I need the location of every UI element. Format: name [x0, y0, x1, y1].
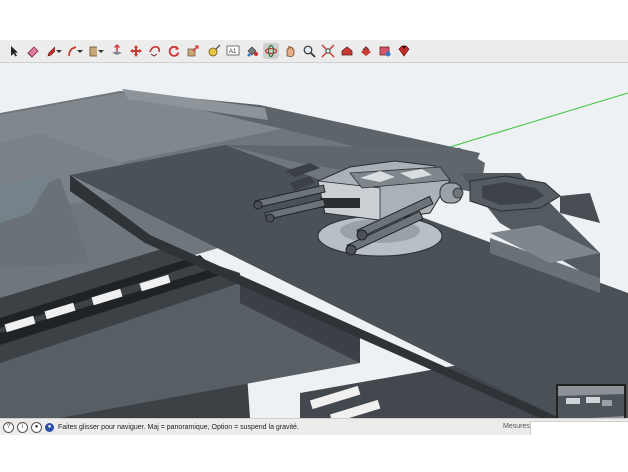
- window-top-area: [0, 0, 628, 40]
- ruby-icon: [398, 45, 410, 57]
- measurements-input[interactable]: [530, 421, 628, 436]
- tape-measure-tool[interactable]: [206, 43, 222, 59]
- text-tool-glyph: A1: [229, 49, 237, 55]
- rotate-icon: [168, 45, 180, 57]
- pan-tool[interactable]: [282, 43, 298, 59]
- chevron-down-icon: [98, 49, 104, 53]
- rotate-tool[interactable]: [166, 43, 182, 59]
- pencil-tool[interactable]: [46, 43, 62, 59]
- follow-me-tool[interactable]: [147, 43, 163, 59]
- warehouse-tool[interactable]: [339, 43, 355, 59]
- pencil-icon: [47, 46, 55, 57]
- paint-bucket-icon: [247, 46, 258, 57]
- chevron-down-icon: [56, 49, 62, 53]
- eraser-tool[interactable]: [25, 43, 41, 59]
- move-tool[interactable]: [128, 43, 144, 59]
- status-indicator-icon: ●: [45, 422, 54, 432]
- zoom-icon: [303, 45, 316, 58]
- zoom-extents-icon: [321, 44, 335, 58]
- tape-measure-icon: [208, 44, 221, 57]
- share-model-tool[interactable]: [358, 43, 374, 59]
- move-icon: [130, 45, 142, 57]
- zoom-tool[interactable]: [301, 43, 317, 59]
- user-icon[interactable]: ●: [31, 421, 42, 433]
- eraser-icon: [27, 46, 39, 58]
- orbit-icon: [264, 44, 278, 58]
- arc-icon: [68, 46, 76, 57]
- push-pull-icon: [112, 44, 122, 55]
- window-bottom-area: [0, 435, 628, 472]
- shape-tool[interactable]: [88, 43, 104, 59]
- help-icon[interactable]: ?: [3, 421, 14, 433]
- paint-bucket-tool[interactable]: [244, 43, 260, 59]
- rectangle-icon: [89, 46, 97, 57]
- share-icon: [361, 46, 371, 56]
- extension-icon: [379, 46, 391, 57]
- text-tool[interactable]: A1: [225, 43, 241, 59]
- orbit-tool[interactable]: [263, 43, 279, 59]
- model-scene: [0, 63, 628, 418]
- push-pull-tool[interactable]: [109, 43, 125, 59]
- chevron-down-icon: [77, 49, 83, 53]
- select-tool[interactable]: [6, 43, 22, 59]
- info-icon[interactable]: i: [17, 421, 28, 433]
- model-viewport[interactable]: [0, 63, 628, 418]
- arrow-icon: [11, 46, 18, 57]
- ruby-tool[interactable]: [396, 43, 412, 59]
- extension-warehouse-tool[interactable]: [377, 43, 393, 59]
- scale-tool[interactable]: [185, 43, 201, 59]
- scale-icon: [187, 45, 199, 57]
- status-bar: ? i ● ● Faites glisser pour naviguer. Ma…: [0, 418, 628, 436]
- follow-me-icon: [149, 46, 161, 57]
- zoom-extents-tool[interactable]: [320, 43, 336, 59]
- arc-tool[interactable]: [67, 43, 83, 59]
- main-toolbar: A1: [0, 40, 628, 63]
- text-icon: A1: [226, 45, 240, 56]
- warehouse-icon: [341, 46, 353, 56]
- status-message: Faites glisser pour naviguer. Maj = pano…: [58, 423, 299, 431]
- measurements-label: Mesures: [503, 423, 530, 430]
- pan-icon: [286, 46, 295, 57]
